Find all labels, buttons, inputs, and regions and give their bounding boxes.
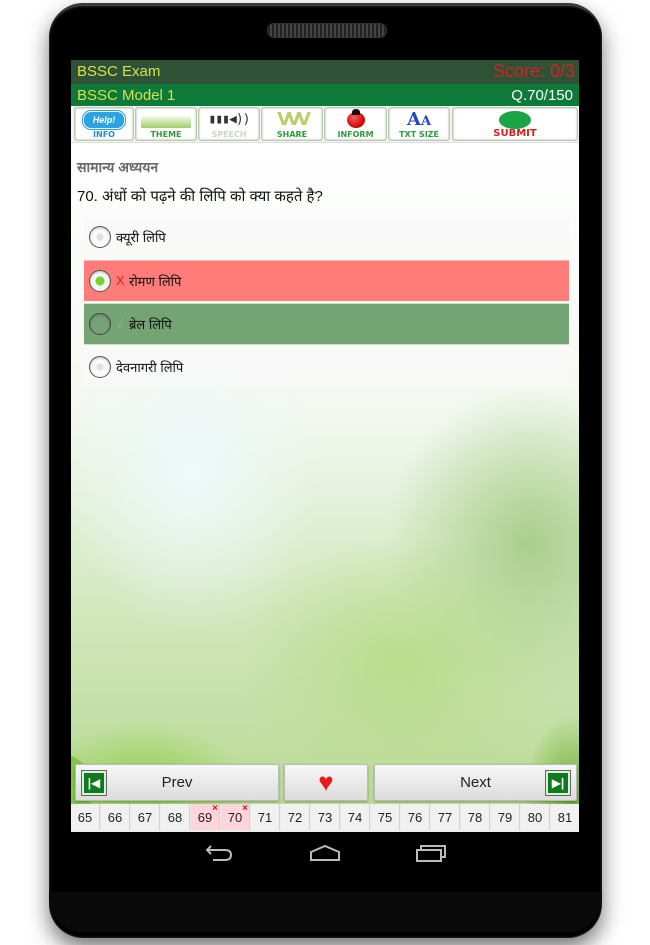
- question-number-79[interactable]: 79: [491, 804, 520, 830]
- question-number-label: 81: [557, 810, 573, 825]
- question-number-label: 68: [167, 810, 183, 825]
- recents-icon[interactable]: [411, 842, 451, 864]
- ladybug-icon: [346, 108, 365, 128]
- phone-speaker-grille: [267, 23, 387, 38]
- question-number-75[interactable]: 75: [371, 804, 400, 830]
- question-number-67[interactable]: 67: [131, 804, 160, 830]
- text-size-label: TXT SIZE: [399, 130, 439, 139]
- text-size-icon-small: A: [420, 114, 432, 129]
- favorite-button[interactable]: ♥: [284, 764, 368, 801]
- speech-label: SPEECH: [211, 130, 247, 139]
- next-button[interactable]: Next ▶|: [374, 764, 577, 801]
- question-number-65[interactable]: 65: [71, 804, 100, 830]
- option-4-radio[interactable]: [89, 356, 111, 378]
- section-title: सामान्य अध्ययन: [77, 159, 159, 175]
- question-number-label: 71: [257, 810, 273, 825]
- info-button[interactable]: Help! INFO: [74, 107, 134, 141]
- question-number-76[interactable]: 76: [401, 804, 430, 830]
- wrong-mark-icon: X: [116, 273, 125, 288]
- skip-back-icon: |◀: [82, 771, 106, 795]
- help-bubble-icon: Help!: [83, 110, 125, 129]
- theme-button[interactable]: THEME: [135, 107, 197, 141]
- skip-forward-icon: ▶|: [546, 771, 570, 795]
- share-icon: VVV: [277, 109, 311, 130]
- text-size-button[interactable]: AA TXT SIZE: [388, 107, 450, 141]
- system-navigation-bar: [49, 832, 602, 872]
- question-number-label: 78: [467, 810, 483, 825]
- question-number-74[interactable]: 74: [341, 804, 370, 830]
- option-1-radio[interactable]: [89, 226, 111, 248]
- toolbar: Help! INFO THEME ▮▮▮◀)) SPEECH VVV SHARE…: [71, 106, 579, 143]
- check-mark-icon: √: [116, 316, 124, 331]
- speech-muted-icon: ▮▮▮◀)): [208, 112, 251, 127]
- question-number-label: 65: [77, 810, 93, 825]
- question-number-label: 73: [317, 810, 333, 825]
- question-number-label: 80: [527, 810, 543, 825]
- share-button[interactable]: VVV SHARE: [261, 107, 323, 141]
- submit-button[interactable]: SUBMIT: [452, 107, 578, 141]
- inform-button[interactable]: INFORM: [324, 107, 387, 141]
- option-2-wrong[interactable]: X रोमण लिपि: [84, 260, 569, 301]
- question-number-label: 77: [437, 810, 453, 825]
- submit-label: SUBMIT: [493, 128, 537, 139]
- question-number-70[interactable]: 70 ×: [221, 804, 250, 830]
- question-number-label: 75: [377, 810, 393, 825]
- question-number-66[interactable]: 66: [101, 804, 130, 830]
- question-number-label: 66: [107, 810, 123, 825]
- question-number-81[interactable]: 81: [551, 804, 579, 830]
- score-display: Score: 0/3: [492, 61, 575, 81]
- title-bar: BSSC Exam Score: 0/3: [71, 60, 579, 84]
- question-number-label: 70: [227, 810, 243, 825]
- question-number-69[interactable]: 69 ×: [191, 804, 220, 830]
- text-size-icon-large: A: [406, 109, 421, 130]
- question-number-label: 79: [497, 810, 513, 825]
- next-label: Next: [460, 774, 491, 791]
- question-number-label: 67: [137, 810, 153, 825]
- speech-button[interactable]: ▮▮▮◀)) SPEECH: [198, 107, 260, 141]
- option-3-correct[interactable]: √ ब्रेल लिपि: [84, 303, 569, 345]
- option-4[interactable]: देवनागरी लिपि: [84, 347, 569, 387]
- option-2-text: रोमण लिपि: [129, 274, 182, 289]
- option-2-radio[interactable]: [89, 270, 111, 292]
- question-number-80[interactable]: 80: [521, 804, 550, 830]
- app-screen: BSSC Exam Score: 0/3 BSSC Model 1 Q.70/1…: [71, 60, 579, 832]
- share-label: SHARE: [276, 130, 308, 139]
- option-3-text: ब्रेल लिपि: [129, 317, 172, 332]
- wrong-answer-marker-icon: ×: [242, 804, 248, 814]
- app-title: BSSC Exam: [77, 63, 161, 80]
- question-number-68[interactable]: 68: [161, 804, 190, 830]
- navigation-row: |◀ Prev ♥ Next ▶|: [71, 762, 579, 802]
- option-4-text: देवनागरी लिपि: [116, 360, 184, 375]
- info-label: INFO: [93, 130, 115, 139]
- text-size-icon: AA: [407, 109, 431, 130]
- question-number-78[interactable]: 78: [461, 804, 490, 830]
- question-counter: Q.70/150: [511, 87, 573, 104]
- question-number-77[interactable]: 77: [431, 804, 460, 830]
- phone-chin: [49, 892, 602, 932]
- home-icon[interactable]: [305, 842, 345, 864]
- theme-icon: [141, 115, 191, 128]
- option-1[interactable]: क्यूरी लिपि: [84, 217, 569, 257]
- heart-icon: ♥: [318, 767, 334, 797]
- theme-label: THEME: [150, 130, 182, 139]
- question-number-label: 69: [197, 810, 213, 825]
- option-3-radio[interactable]: [89, 313, 111, 335]
- green-dot-icon: [499, 110, 531, 129]
- subtitle-bar: BSSC Model 1 Q.70/150: [71, 84, 579, 106]
- question-number-label: 76: [407, 810, 423, 825]
- question-number-label: 72: [287, 810, 303, 825]
- question-number-strip[interactable]: 6566676869×70×717273747576777879808182: [71, 804, 579, 832]
- prev-button[interactable]: |◀ Prev: [75, 764, 279, 801]
- back-icon[interactable]: [199, 842, 239, 864]
- option-1-text: क्यूरी लिपि: [116, 230, 166, 245]
- question-number-73[interactable]: 73: [311, 804, 340, 830]
- inform-label: INFORM: [337, 130, 374, 139]
- question-number-label: 74: [347, 810, 363, 825]
- question-text: 70. अंधों को पढ़ने की लिपि को क्या कहते …: [77, 188, 323, 205]
- wrong-answer-marker-icon: ×: [212, 804, 218, 814]
- prev-label: Prev: [161, 774, 193, 791]
- test-name: BSSC Model 1: [77, 87, 176, 104]
- question-number-72[interactable]: 72: [281, 804, 310, 830]
- question-number-71[interactable]: 71: [251, 804, 280, 830]
